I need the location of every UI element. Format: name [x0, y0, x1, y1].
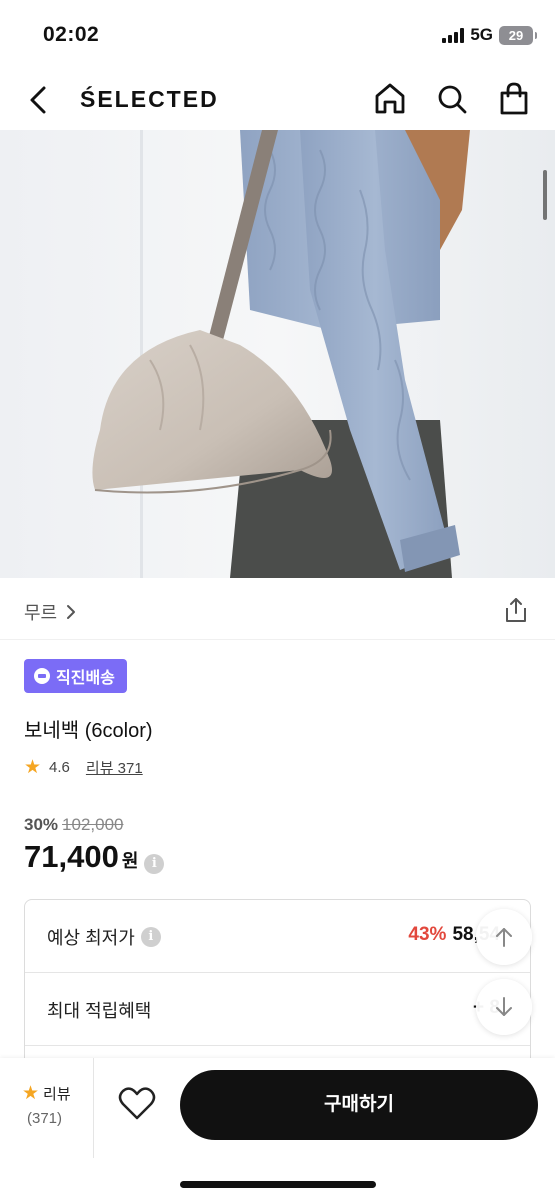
arrow-down-icon [496, 997, 512, 1016]
benefit-row-lowest-price[interactable]: 예상 최저가 i 43%58,54 [25, 900, 530, 973]
benefit-label-text: 최대 적립혜택 [47, 1001, 152, 1021]
brand-link-label: 무르 [24, 603, 58, 623]
info-icon[interactable]: i [140, 927, 161, 947]
share-button[interactable] [503, 596, 529, 624]
signal-icon [442, 27, 465, 43]
scroll-bottom-button[interactable] [476, 979, 532, 1035]
network-label: 5G [470, 25, 493, 44]
benefit-label: 최대 적립혜택 [47, 997, 151, 1023]
search-icon [438, 85, 467, 114]
scroll-top-button[interactable] [476, 909, 532, 965]
review-count: (371) [27, 1110, 63, 1127]
arrow-up-icon [496, 928, 512, 947]
brand-link[interactable]: 무르 [24, 599, 77, 625]
shipping-badge: 직진배송 [24, 659, 127, 693]
price-block: 30% 102,000 71,400 원 i [24, 815, 165, 875]
final-price-row: 71,400 원 i [24, 839, 165, 875]
benefit-row-max-reward[interactable]: 최대 적립혜택 + 8 [25, 973, 530, 1046]
share-icon [506, 598, 526, 622]
product-name: 보네백 (6color) [24, 720, 153, 742]
search-button[interactable] [432, 79, 472, 119]
battery-icon: 29 [499, 25, 537, 45]
review-link[interactable]: 리뷰 371 [86, 757, 143, 778]
brand-logo[interactable]: ŚELECTED [80, 86, 219, 113]
bottom-action-bar: ★ 리뷰 (371) 구매하기 [0, 1058, 555, 1200]
shopping-bag-icon [500, 82, 528, 115]
back-button[interactable] [22, 80, 58, 120]
chevron-right-icon [67, 605, 76, 619]
product-image[interactable] [0, 130, 555, 578]
info-icon[interactable]: i [144, 854, 165, 874]
discount-row: 30% 102,000 [24, 815, 164, 835]
star-icon: ★ [22, 1083, 40, 1104]
home-indicator [180, 1181, 376, 1188]
review-summary-button[interactable]: ★ 리뷰 (371) [0, 1058, 94, 1158]
review-label: 리뷰 [43, 1086, 71, 1103]
star-icon: ★ [24, 757, 42, 778]
benefit-box: 예상 최저가 i 43%58,54 최대 적립혜택 + 8 [24, 899, 531, 1069]
benefit-label: 예상 최저가 i [47, 924, 161, 950]
final-price: 71,400 [24, 839, 119, 874]
home-icon [375, 83, 405, 114]
benefit-label-text: 예상 최저가 [47, 928, 135, 948]
benefit-percent: 43% [408, 924, 447, 945]
rating-value: 4.6 [49, 759, 70, 776]
brand-row: 무르 [0, 578, 555, 640]
status-indicators: 5G 29 [442, 25, 537, 45]
rating-row: ★ 4.6 리뷰 371 [24, 757, 143, 778]
discount-rate: 30% [24, 815, 59, 834]
heart-icon [118, 1087, 156, 1120]
nav-bar: ŚELECTED [0, 70, 555, 130]
original-price: 102,000 [62, 815, 124, 834]
like-button[interactable] [115, 1084, 159, 1124]
cart-button[interactable] [494, 79, 534, 119]
buy-button[interactable]: 구매하기 [180, 1070, 538, 1140]
status-bar: 02:02 5G 29 [0, 0, 555, 70]
review-summary: ★ 리뷰 [22, 1083, 71, 1104]
home-button[interactable] [370, 79, 410, 119]
scroll-indicator [543, 170, 547, 220]
shipping-badge-label: 직진배송 [56, 670, 115, 687]
delivery-icon [34, 668, 50, 684]
product-photo [0, 130, 555, 578]
currency-label: 원 [121, 851, 139, 871]
status-time: 02:02 [43, 23, 100, 46]
back-arrow-icon [30, 86, 46, 114]
